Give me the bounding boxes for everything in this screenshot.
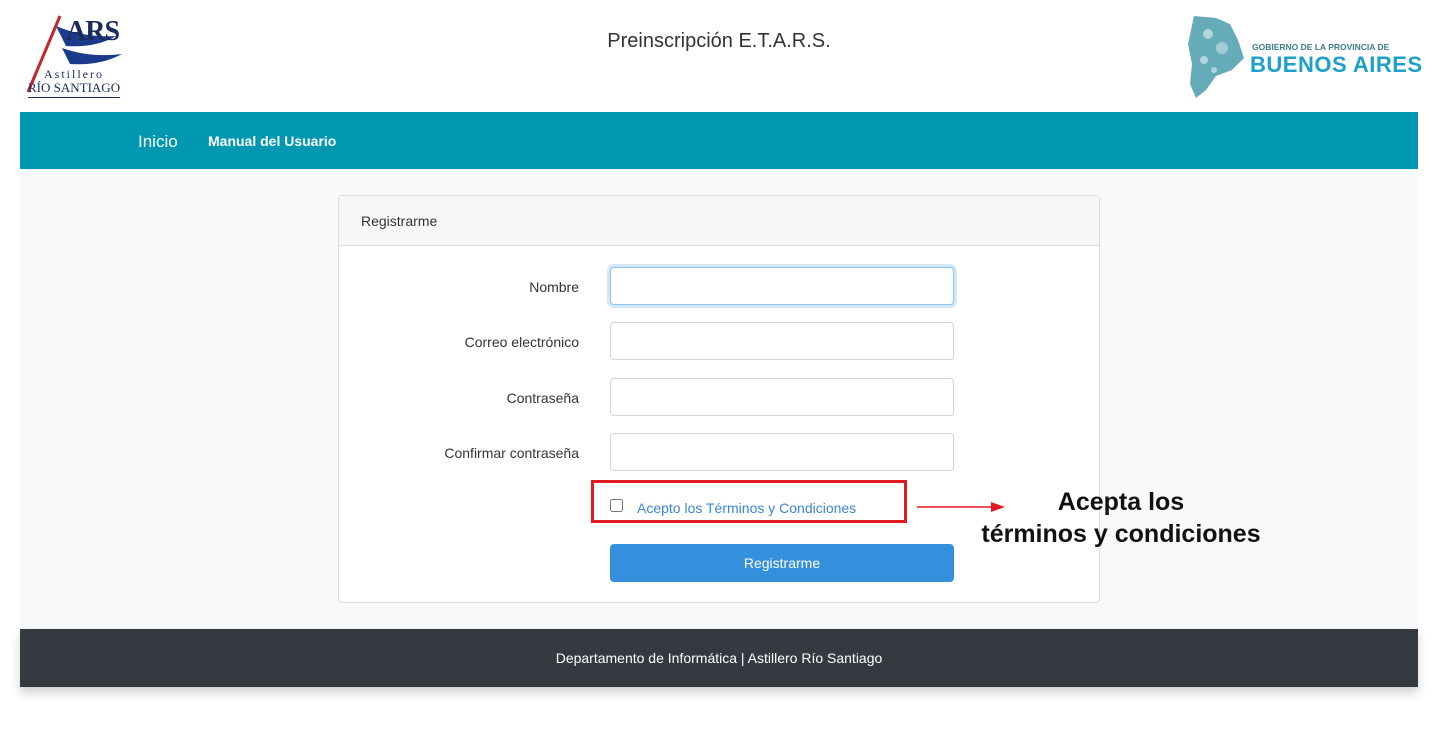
- nombre-label: Nombre: [529, 279, 579, 295]
- nombre-input[interactable]: [610, 267, 954, 305]
- correo-label: Correo electrónico: [464, 334, 579, 350]
- annotation-callout: Acepta los términos y condiciones: [976, 486, 1266, 550]
- brand-header: ARS Astillero RÍO SANTIAGO Preinscripció…: [20, 0, 1422, 112]
- form-row-confirmar: Confirmar contraseña: [339, 433, 1099, 473]
- ba-logo-line2: BUENOS AIRES: [1250, 52, 1423, 77]
- form-row-contrasena: Contraseña: [339, 378, 1099, 418]
- correo-input[interactable]: [610, 322, 954, 360]
- page: ARS Astillero RÍO SANTIAGO Preinscripció…: [20, 0, 1422, 688]
- confirmar-input[interactable]: [610, 433, 954, 471]
- terms-highlight-box: [591, 480, 907, 523]
- contrasena-input[interactable]: [610, 378, 954, 416]
- form-row-correo: Correo electrónico: [339, 322, 1099, 362]
- annotation-line2: términos y condiciones: [981, 520, 1261, 548]
- province-map-icon: [1188, 16, 1244, 98]
- card-header: Registrarme: [339, 196, 1099, 246]
- ba-logo-line1: GOBIERNO DE LA PROVINCIA DE: [1252, 42, 1390, 52]
- buenos-aires-logo[interactable]: GOBIERNO DE LA PROVINCIA DE BUENOS AIRES: [1186, 14, 1422, 100]
- register-button[interactable]: Registrarme: [610, 544, 954, 582]
- nav-item-inicio[interactable]: Inicio: [138, 132, 178, 152]
- contrasena-label: Contraseña: [506, 390, 579, 406]
- ars-logo[interactable]: ARS Astillero RÍO SANTIAGO: [26, 12, 142, 102]
- card-title: Registrarme: [361, 213, 438, 229]
- navbar: Inicio Manual del Usuario: [20, 112, 1418, 169]
- confirmar-label: Confirmar contraseña: [444, 445, 579, 461]
- form-row-nombre: Nombre: [339, 267, 1099, 307]
- footer: Departamento de Informática | Astillero …: [20, 629, 1418, 687]
- footer-text: Departamento de Informática | Astillero …: [555, 650, 883, 666]
- ars-logo-line2: RÍO SANTIAGO: [28, 80, 121, 98]
- nav-item-manual-del-usuario[interactable]: Manual del Usuario: [208, 133, 336, 149]
- annotation-line1: Acepta los: [1057, 488, 1185, 516]
